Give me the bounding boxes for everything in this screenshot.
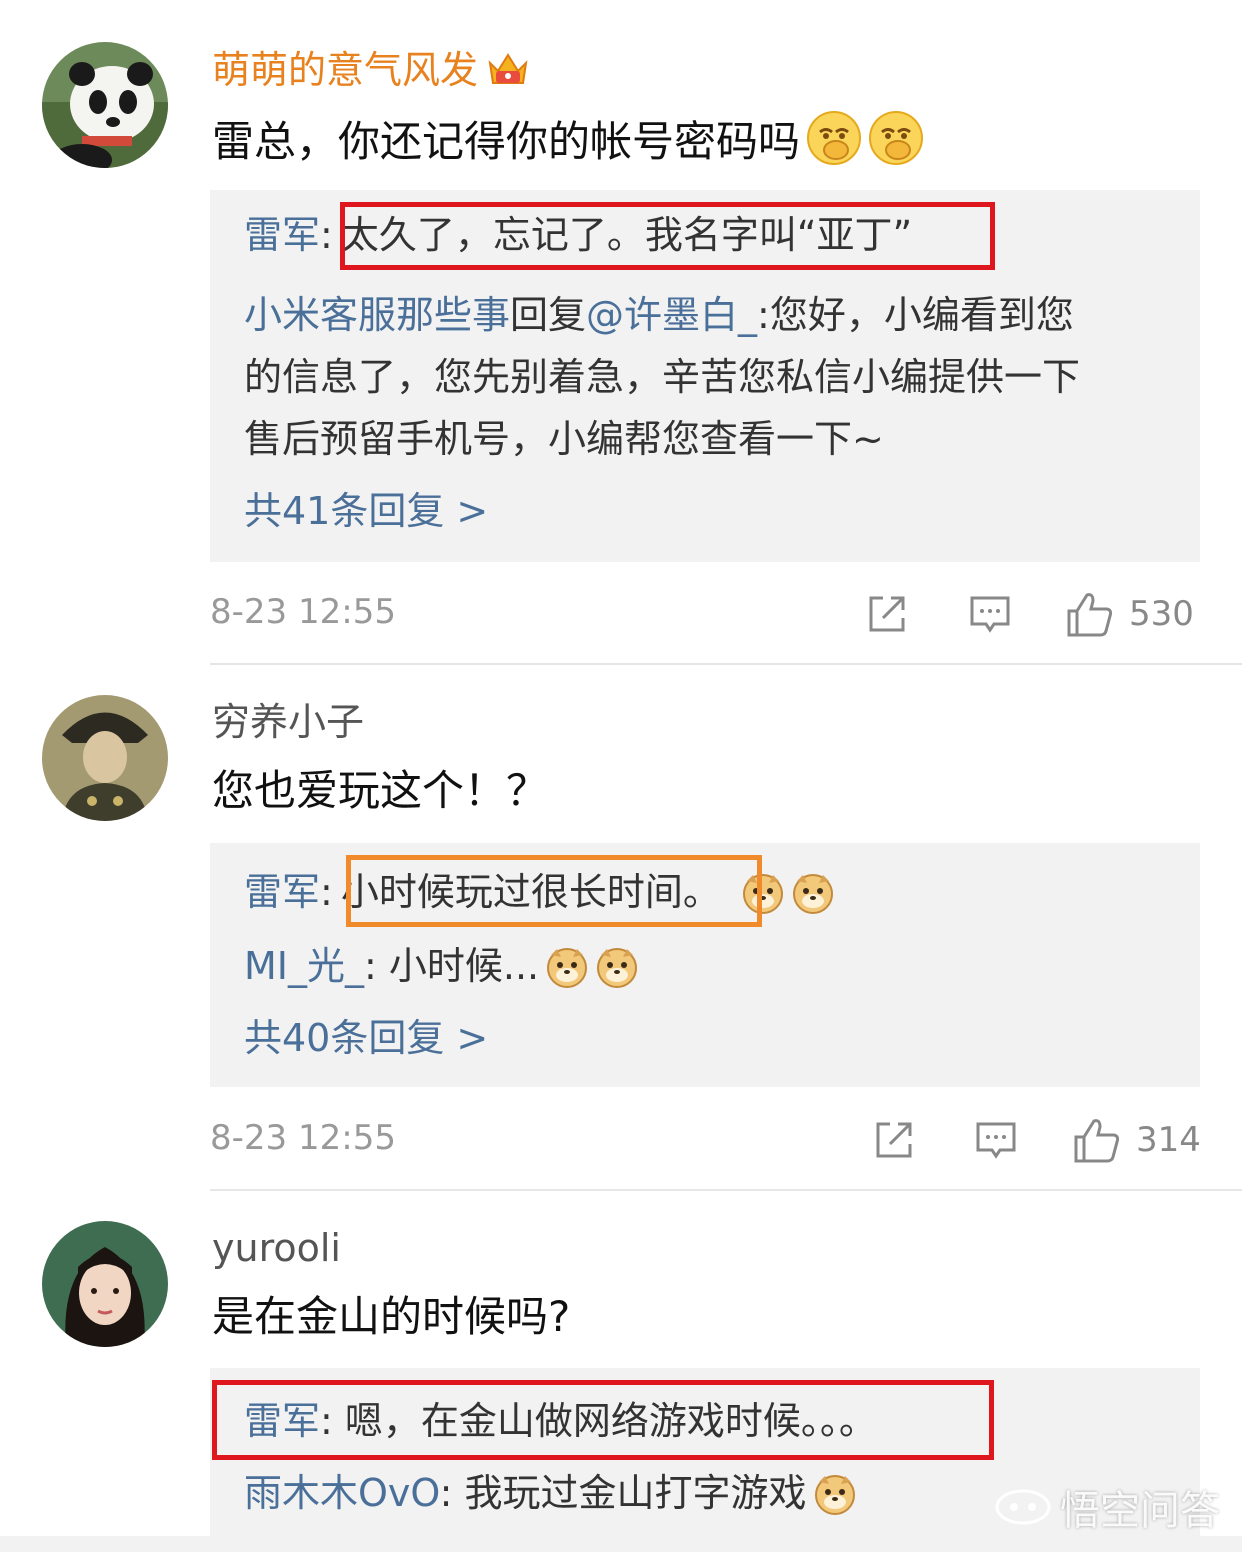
- doge-emoji: [791, 871, 835, 915]
- doge-emoji: [545, 945, 589, 989]
- reply-line: 小米客服那些事回复@许墨白_:您好，小编看到您: [244, 293, 1074, 337]
- comment-meta: 8-23 12:55 314: [210, 1110, 1201, 1170]
- timestamp: 8-23 12:55: [210, 1118, 396, 1158]
- reply-line: 的信息了，您先别着急，辛苦您私信小编提供一下: [244, 355, 1081, 399]
- like-count: 314: [1136, 1120, 1201, 1160]
- doge-emoji: [595, 945, 639, 989]
- like-button[interactable]: 314: [1072, 1110, 1201, 1170]
- avatar[interactable]: [42, 42, 168, 168]
- reply-author[interactable]: 雷军: [244, 870, 320, 914]
- reply-author[interactable]: MI_光_: [244, 944, 364, 988]
- comment-button[interactable]: [968, 584, 1012, 644]
- share-button[interactable]: [872, 1110, 916, 1170]
- highlight-box: [212, 1380, 994, 1460]
- reply-box[interactable]: 雷军: 太久了，忘记了。我名字叫“亚丁” 小米客服那些事回复@许墨白_:您好，小编…: [210, 190, 1200, 562]
- share-icon: [876, 1122, 912, 1158]
- share-icon: [869, 596, 905, 632]
- reply-author[interactable]: 小米客服那些事: [244, 293, 510, 337]
- bottom-bar: [0, 1536, 1242, 1552]
- avatar[interactable]: [42, 1221, 168, 1347]
- username[interactable]: 萌萌的意气风发: [212, 45, 530, 101]
- comment-icon: [970, 596, 1010, 633]
- mention-link[interactable]: @许墨白_: [586, 293, 757, 337]
- reply-box[interactable]: 雷军: 小时候玩过很长时间。 MI_光_: 小时候... 共40条回复 >: [210, 843, 1200, 1087]
- watermark: 悟空问答: [994, 1478, 1220, 1536]
- reply-line: 雨木木OvO: 我玩过金山打字游戏: [244, 1468, 857, 1518]
- more-replies-link[interactable]: 共41条回复 >: [244, 486, 488, 536]
- comment-text: 是在金山的时候吗?: [212, 1292, 571, 1341]
- timestamp: 8-23 12:55: [210, 592, 396, 632]
- vip-crown-icon: [486, 49, 530, 101]
- like-button[interactable]: 530: [1065, 584, 1194, 644]
- reply-line: MI_光_: 小时候...: [244, 941, 639, 991]
- thumbs-up-icon: [1074, 1119, 1120, 1163]
- highlight-box: [346, 855, 762, 927]
- reply-line: 售后预留手机号，小编帮您查看一下~: [244, 417, 884, 461]
- highlight-box: [340, 202, 995, 270]
- wukong-logo-icon: [995, 1489, 1051, 1525]
- smirk-emoji: [806, 110, 862, 166]
- smirk-emoji: [868, 110, 924, 166]
- comment-text: 您也爱玩这个！？: [212, 766, 549, 815]
- like-count: 530: [1129, 594, 1194, 634]
- more-replies-link[interactable]: 共40条回复 >: [244, 1013, 488, 1063]
- username[interactable]: 穷养小子: [212, 697, 364, 747]
- comment-text: 雷总，你还记得你的帐号密码吗: [212, 110, 924, 170]
- reply-author[interactable]: 雷军: [244, 213, 320, 257]
- comment-icon: [976, 1122, 1016, 1159]
- thumbs-up-icon: [1067, 593, 1113, 637]
- share-button[interactable]: [865, 584, 909, 644]
- doge-emoji: [813, 1472, 857, 1516]
- username[interactable]: yurooli: [212, 1223, 341, 1273]
- reply-author[interactable]: 雨木木OvO: [244, 1471, 440, 1515]
- avatar[interactable]: [42, 695, 168, 821]
- comment-button[interactable]: [974, 1110, 1018, 1170]
- comment-item: 穷养小子 您也爱玩这个！？ 雷军: 小时候玩过很长时间。 MI_光_: 小时候..…: [0, 665, 1242, 1190]
- comment-item: 萌萌的意气风发 雷总，你还记得你的帐号密码吗 雷军: 太久了，忘记了。我名字叫“亚…: [0, 0, 1242, 665]
- comment-meta: 8-23 12:55 530: [210, 584, 1200, 644]
